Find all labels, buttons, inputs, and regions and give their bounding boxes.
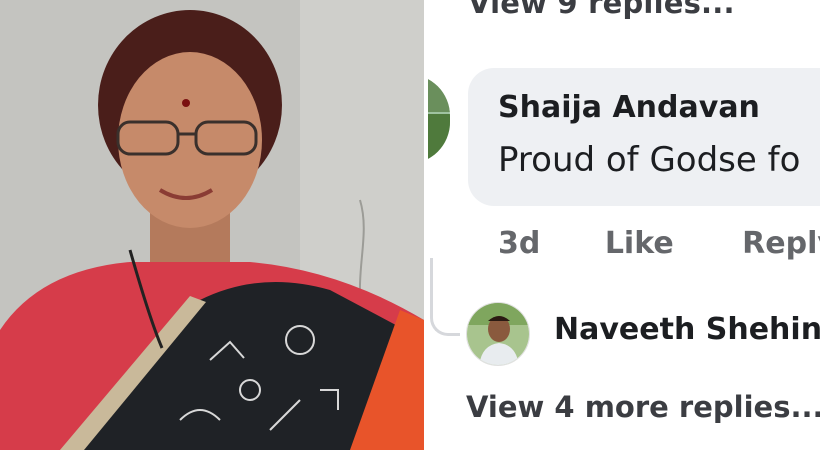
comment-thread: View 9 replies... Shaija Andavan Proud o…	[428, 0, 820, 450]
comment-author-name[interactable]: Shaija Andavan	[498, 90, 760, 125]
commenter-avatar[interactable]	[428, 74, 450, 164]
comment-actions: 3d Like Reply	[498, 226, 820, 261]
view-replies-link[interactable]: View 9 replies...	[468, 0, 735, 20]
comment-bubble	[468, 68, 820, 206]
avatar-image	[467, 303, 529, 365]
reply-thread-connector	[430, 258, 460, 336]
like-button[interactable]: Like	[605, 226, 674, 261]
reply-author-avatar[interactable]	[466, 302, 530, 366]
portrait-illustration	[0, 0, 424, 450]
comment-timestamp[interactable]: 3d	[498, 226, 540, 261]
reply-button[interactable]: Reply	[742, 226, 820, 261]
reply-author-name[interactable]: Naveeth Shehin	[554, 312, 820, 347]
avatar-image	[428, 74, 450, 164]
portrait-photo	[0, 0, 424, 450]
comment-text: Proud of Godse fo	[498, 140, 801, 180]
view-more-replies-link[interactable]: View 4 more replies...	[466, 390, 820, 424]
